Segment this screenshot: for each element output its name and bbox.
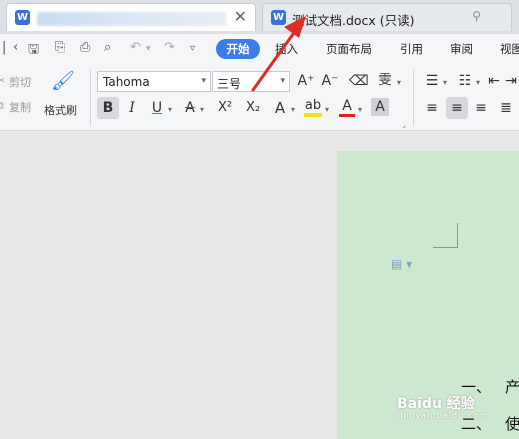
annotation-arrow (251, 16, 306, 92)
